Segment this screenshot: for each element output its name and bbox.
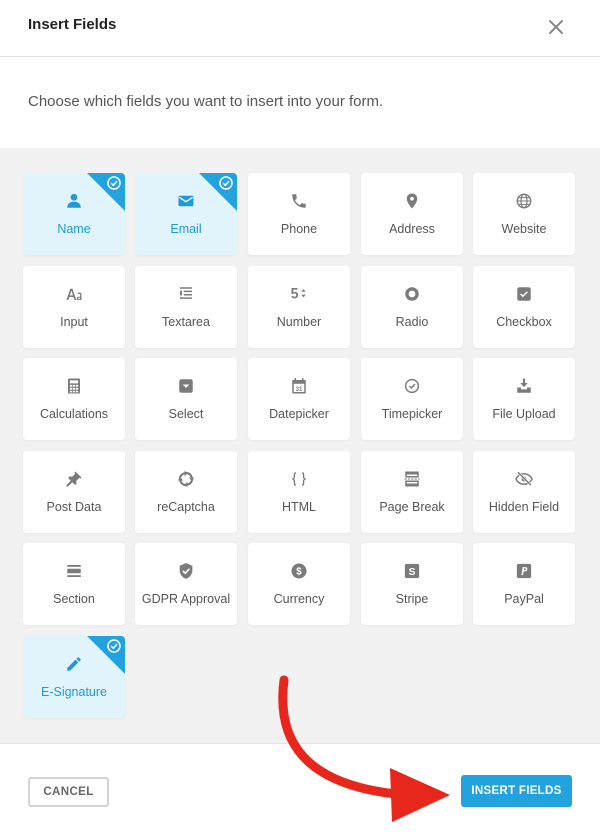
- field-label: E-Signature: [40, 685, 107, 699]
- dialog-header: Insert Fields: [0, 0, 600, 57]
- upload-icon: [473, 376, 575, 396]
- selected-check-icon: [199, 173, 237, 211]
- field-card-gdpr-approval[interactable]: GDPR Approval: [135, 543, 237, 625]
- field-card-hidden-field[interactable]: Hidden Field: [473, 451, 575, 533]
- field-card-calculations[interactable]: Calculations: [23, 358, 125, 440]
- field-card-phone[interactable]: Phone: [248, 173, 350, 255]
- field-label: Radio: [395, 315, 429, 329]
- dialog-description: Choose which fields you want to insert i…: [28, 93, 384, 110]
- calendar-icon: 31: [248, 376, 350, 396]
- field-card-name[interactable]: Name: [23, 173, 125, 255]
- field-card-paypal[interactable]: PayPal: [473, 543, 575, 625]
- field-label: Name: [57, 222, 91, 236]
- field-label: Email: [170, 222, 202, 236]
- field-label: Calculations: [39, 407, 109, 421]
- field-card-datepicker[interactable]: 31 Datepicker: [248, 358, 350, 440]
- svg-text:31: 31: [296, 387, 303, 393]
- phone-icon: [248, 191, 350, 211]
- pushpin-icon: [23, 469, 125, 489]
- field-label: Address: [389, 222, 435, 236]
- section-icon: [23, 561, 125, 581]
- checkbox-icon: [473, 284, 575, 304]
- field-card-page-break[interactable]: Page Break: [361, 451, 463, 533]
- field-label: Textarea: [162, 315, 210, 329]
- recaptcha-icon: [135, 469, 237, 489]
- field-card-checkbox[interactable]: Checkbox: [473, 266, 575, 348]
- paypal-icon: [473, 561, 575, 581]
- svg-text:$: $: [296, 567, 302, 578]
- field-label: Currency: [273, 592, 325, 606]
- field-label: Stripe: [395, 592, 429, 606]
- field-card-textarea[interactable]: Textarea: [135, 266, 237, 348]
- clock-icon: [361, 376, 463, 396]
- field-label: Number: [276, 315, 322, 329]
- field-label: Website: [501, 222, 547, 236]
- field-card-currency[interactable]: $ Currency: [248, 543, 350, 625]
- page-break-icon: [361, 469, 463, 489]
- field-card-address[interactable]: Address: [361, 173, 463, 255]
- field-card-stripe[interactable]: S Stripe: [361, 543, 463, 625]
- field-label: Section: [53, 592, 95, 606]
- field-label: Datepicker: [269, 407, 329, 421]
- field-label: Timepicker: [381, 407, 443, 421]
- field-label: HTML: [281, 500, 317, 514]
- insert-fields-button[interactable]: INSERT FIELDS: [461, 775, 572, 807]
- radio-icon: [361, 284, 463, 304]
- field-card-select[interactable]: Select: [135, 358, 237, 440]
- field-card-html[interactable]: HTML: [248, 451, 350, 533]
- eye-off-icon: [473, 469, 575, 489]
- field-card-radio[interactable]: Radio: [361, 266, 463, 348]
- field-card-number[interactable]: Number: [248, 266, 350, 348]
- field-label: PayPal: [504, 592, 544, 606]
- field-card-recaptcha[interactable]: reCaptcha: [135, 451, 237, 533]
- dialog-footer: CANCEL INSERT FIELDS: [0, 743, 600, 832]
- selected-check-icon: [87, 636, 125, 674]
- map-pin-icon: [361, 191, 463, 211]
- field-label: Select: [168, 407, 204, 421]
- field-card-website[interactable]: Website: [473, 173, 575, 255]
- field-card-file-upload[interactable]: File Upload: [473, 358, 575, 440]
- select-dropdown-icon: [135, 376, 237, 396]
- globe-icon: [473, 191, 575, 211]
- dialog-title: Insert Fields: [28, 16, 117, 33]
- field-label: Checkbox: [496, 315, 552, 329]
- shield-check-icon: [135, 561, 237, 581]
- number-stepper-icon: [248, 284, 350, 304]
- svg-text:S: S: [408, 566, 415, 578]
- field-card-email[interactable]: Email: [135, 173, 237, 255]
- fields-grid: Name Email Phone Address Website Input T…: [0, 148, 600, 743]
- field-card-section[interactable]: Section: [23, 543, 125, 625]
- field-label: reCaptcha: [157, 500, 215, 514]
- calculator-icon: [23, 376, 125, 396]
- cancel-button[interactable]: CANCEL: [28, 777, 109, 807]
- field-label: Input: [60, 315, 88, 329]
- stripe-icon: S: [361, 561, 463, 581]
- field-label: Post Data: [46, 500, 102, 514]
- code-braces-icon: [248, 469, 350, 489]
- text-lines-icon: [135, 284, 237, 304]
- field-card-timepicker[interactable]: Timepicker: [361, 358, 463, 440]
- close-icon[interactable]: [545, 16, 567, 38]
- field-label: GDPR Approval: [141, 592, 231, 606]
- field-label: Hidden Field: [488, 500, 560, 514]
- field-card-post-data[interactable]: Post Data: [23, 451, 125, 533]
- field-card-input[interactable]: Input: [23, 266, 125, 348]
- text-format-icon: [23, 284, 125, 304]
- dollar-coin-icon: $: [248, 561, 350, 581]
- field-label: Page Break: [379, 500, 445, 514]
- selected-check-icon: [87, 173, 125, 211]
- field-card-e-signature[interactable]: E-Signature: [23, 636, 125, 718]
- field-label: File Upload: [492, 407, 556, 421]
- field-label: Phone: [280, 222, 318, 236]
